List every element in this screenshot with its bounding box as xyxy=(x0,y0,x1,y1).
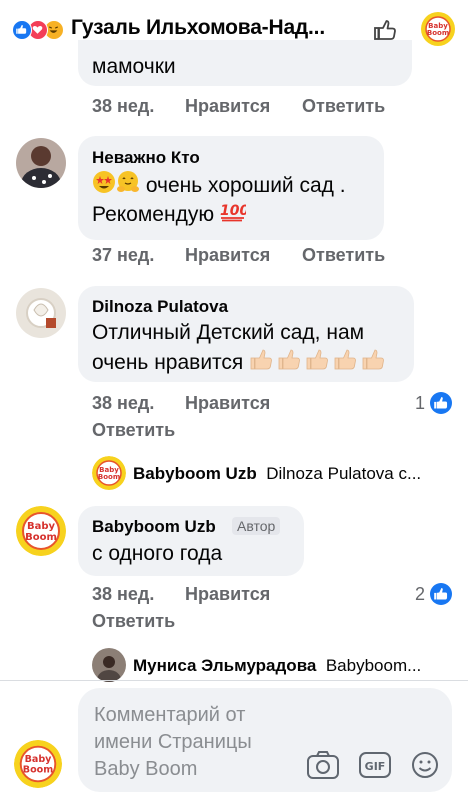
comment-text: с одного года xyxy=(92,542,223,565)
gif-icon[interactable]: GIF xyxy=(358,750,392,780)
reply-avatar[interactable]: Baby Boom xyxy=(92,456,126,490)
star-struck-emoji-icon xyxy=(92,170,116,203)
divider xyxy=(0,680,468,681)
emoji-picker-icon[interactable] xyxy=(410,750,444,780)
comment-author[interactable]: Dilnoza Pulatova xyxy=(92,297,228,317)
like-comment-button[interactable]: Нравится xyxy=(185,96,270,117)
comment-author[interactable]: Babyboom Uzb xyxy=(92,517,216,537)
reply-avatar[interactable] xyxy=(92,648,126,682)
comment-input[interactable]: Комментарий от имени Страницы Baby Boom xyxy=(94,702,294,783)
comment-time: 38 нед. xyxy=(92,584,155,604)
svg-text:Boom: Boom xyxy=(98,473,120,481)
avatar[interactable] xyxy=(16,138,66,188)
composer-avatar: Baby Boom xyxy=(14,740,62,788)
avatar[interactable] xyxy=(16,288,66,338)
avatar[interactable]: Baby Boom xyxy=(16,506,66,556)
like-comment-button[interactable]: Нравится xyxy=(185,245,270,266)
thumbs-up-emoji-icon xyxy=(361,347,389,380)
like-reaction-icon[interactable] xyxy=(430,392,452,414)
svg-text:Boom: Boom xyxy=(25,532,57,543)
svg-text:100: 100 xyxy=(220,203,246,219)
reply-snippet: Dilnoza Pulatova c... xyxy=(266,464,422,483)
reply-comment-button[interactable]: Ответить xyxy=(92,611,175,632)
page-title: Гузаль Ильхомова-Над... xyxy=(71,16,325,39)
svg-text:Boom: Boom xyxy=(427,29,449,37)
reply-comment-button[interactable]: Ответить xyxy=(302,96,385,117)
comment-time: 37 нед. xyxy=(92,245,155,265)
comment-text-line: очень нравится xyxy=(92,347,389,380)
comment-time: 38 нед. xyxy=(92,393,155,413)
like-comment-button[interactable]: Нравится xyxy=(185,584,270,605)
svg-text:Baby: Baby xyxy=(25,754,53,765)
reply-comment-button[interactable]: Ответить xyxy=(302,245,385,266)
comment-text-line: очень хороший сад . xyxy=(92,170,346,203)
reply-author: Муниса Эльмурадова xyxy=(133,656,317,675)
thumbs-up-emoji-icon xyxy=(249,347,277,380)
comment-composer[interactable]: Комментарий от имени Страницы Baby Boom … xyxy=(78,688,452,792)
reply-comment-button[interactable]: Ответить xyxy=(92,420,175,441)
svg-text:Baby: Baby xyxy=(27,521,56,532)
thumbs-up-emoji-icon xyxy=(305,347,333,380)
camera-icon[interactable] xyxy=(306,750,340,780)
reaction-count[interactable]: 2 xyxy=(415,584,425,605)
like-comment-button[interactable]: Нравится xyxy=(185,393,270,414)
svg-text:GIF: GIF xyxy=(365,760,386,773)
reply-preview[interactable]: Муниса Эльмурадова Babyboom... xyxy=(133,656,421,676)
thumbs-up-emoji-icon xyxy=(333,347,361,380)
page-avatar[interactable]: Baby Boom xyxy=(421,12,455,46)
like-reaction-icon xyxy=(12,20,32,40)
comment-text: мамочки xyxy=(92,55,176,78)
author-badge: Автор xyxy=(232,517,281,535)
thumbs-up-emoji-icon xyxy=(277,347,305,380)
reply-author: Babyboom Uzb xyxy=(133,464,257,483)
comment-time: 38 нед. xyxy=(92,96,155,116)
comment-text-line: Отличный Детский сад, нам xyxy=(92,321,365,344)
reaction-count[interactable]: 1 xyxy=(415,393,425,414)
hugging-emoji-icon xyxy=(116,170,140,203)
like-reaction-icon[interactable] xyxy=(430,583,452,605)
hundred-points-emoji-icon: 100 xyxy=(220,200,249,231)
svg-text:Boom: Boom xyxy=(23,765,53,776)
comment-text-line: Рекомендую 100 xyxy=(92,200,249,231)
reply-preview[interactable]: Babyboom Uzb Dilnoza Pulatova c... xyxy=(133,464,421,484)
reply-snippet: Babyboom... xyxy=(325,656,422,675)
comment-author[interactable]: Неважно Кто xyxy=(92,148,200,168)
